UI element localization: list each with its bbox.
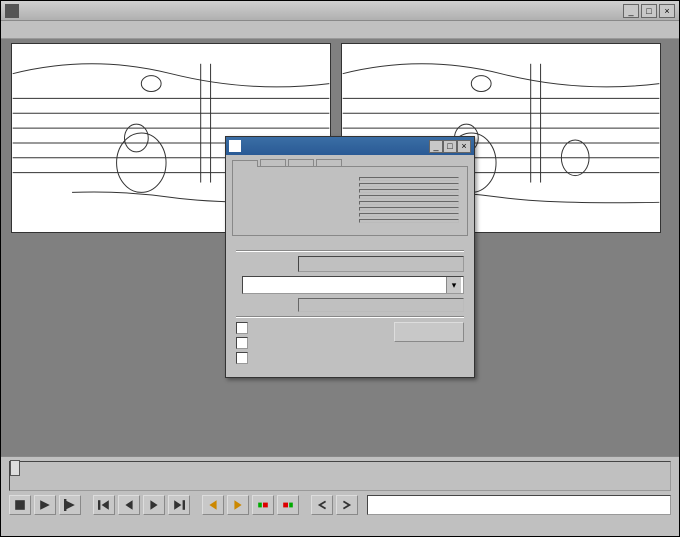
stat-render-rate <box>359 207 459 211</box>
show-decompressed-checkbox[interactable] <box>236 352 248 364</box>
frame-display <box>367 495 671 515</box>
dialog-lower <box>226 242 474 377</box>
dialog-maximize-button[interactable]: □ <box>443 140 457 153</box>
dialog-tabs <box>226 155 474 166</box>
tab-log[interactable] <box>316 159 342 166</box>
tab-body <box>232 166 468 236</box>
stat-elapsed <box>359 213 459 217</box>
maximize-button[interactable]: □ <box>641 4 657 18</box>
menu-view[interactable] <box>23 28 39 32</box>
show-input-checkbox[interactable] <box>236 322 248 334</box>
stat-projected <box>359 201 459 205</box>
stat-audio-sample <box>359 183 459 187</box>
go-end-button[interactable] <box>168 495 190 515</box>
transport-toolbar <box>9 495 671 515</box>
next-key-button[interactable] <box>227 495 249 515</box>
play-output-button[interactable] <box>59 495 81 515</box>
show-output-checkbox[interactable] <box>236 337 248 349</box>
mark-in-button[interactable] <box>311 495 333 515</box>
stat-audio-data <box>359 195 459 199</box>
menu-help[interactable] <box>59 28 75 32</box>
step-back-button[interactable] <box>118 495 140 515</box>
play-input-button[interactable] <box>34 495 56 515</box>
speed-slider[interactable] <box>298 298 464 312</box>
menubar <box>1 21 679 39</box>
step-fwd-button[interactable] <box>143 495 165 515</box>
progress-bar <box>298 256 464 272</box>
stat-total <box>359 219 459 223</box>
stat-video-frame <box>359 177 459 181</box>
stat-video-data <box>359 189 459 193</box>
next-scene-button[interactable] <box>277 495 299 515</box>
dialog-icon <box>229 140 241 152</box>
minimize-button[interactable]: _ <box>623 4 639 18</box>
prev-key-button[interactable] <box>202 495 224 515</box>
timeline <box>1 456 679 536</box>
abort-button[interactable] <box>394 322 464 342</box>
tab-main[interactable] <box>232 160 258 167</box>
dialog-close-button[interactable]: × <box>457 140 471 153</box>
prev-scene-button[interactable] <box>252 495 274 515</box>
tab-video[interactable] <box>260 159 286 166</box>
priority-select[interactable] <box>242 276 464 294</box>
timeline-ruler[interactable] <box>9 461 671 491</box>
menu-file[interactable] <box>5 28 21 32</box>
go-start-button[interactable] <box>93 495 115 515</box>
main-titlebar: _ □ × <box>1 1 679 21</box>
mark-out-button[interactable] <box>336 495 358 515</box>
dialog-minimize-button[interactable]: _ <box>429 140 443 153</box>
app-icon <box>5 4 19 18</box>
close-button[interactable]: × <box>659 4 675 18</box>
tab-perf[interactable] <box>288 159 314 166</box>
timeline-handle[interactable] <box>10 460 20 476</box>
status-dialog: _ □ × <box>225 136 475 378</box>
stop-button[interactable] <box>9 495 31 515</box>
dialog-titlebar[interactable]: _ □ × <box>226 137 474 155</box>
menu-tools[interactable] <box>41 28 57 32</box>
